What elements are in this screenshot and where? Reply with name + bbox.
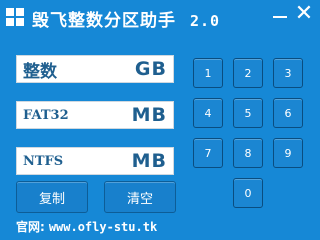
windows-logo-icon — [6, 8, 24, 26]
keypad-4-button[interactable]: 4 — [193, 98, 223, 128]
footer: 官网: www.ofly-stu.tk — [16, 218, 157, 235]
fat32-label: FAT32 — [23, 107, 69, 123]
gb-unit: GB — [134, 58, 167, 80]
app-version: 2.0 — [190, 12, 221, 30]
keypad-6-button[interactable]: 6 — [273, 98, 303, 128]
ntfs-mb-field[interactable]: NTFS MB — [16, 147, 174, 175]
fat32-mb-field[interactable]: FAT32 MB — [16, 101, 174, 129]
app-name: 毁飞整数分区助手 — [32, 11, 176, 31]
keypad-8-button[interactable]: 8 — [233, 138, 263, 168]
copy-button[interactable]: 复制 — [16, 181, 88, 213]
keypad-1-button[interactable]: 1 — [193, 58, 223, 88]
close-button[interactable]: ✕ — [292, 2, 316, 26]
keypad-5-button[interactable]: 5 — [233, 98, 263, 128]
fat32-mb-unit: MB — [131, 104, 167, 126]
window-title: 毁飞整数分区助手 2.0 — [32, 6, 220, 31]
keypad-3-button[interactable]: 3 — [273, 58, 303, 88]
ntfs-label: NTFS — [23, 153, 64, 169]
integer-gb-field[interactable]: 整数 GB — [16, 55, 174, 83]
keypad-0-button[interactable]: 0 — [233, 178, 263, 208]
minimize-button[interactable] — [268, 2, 292, 26]
clear-button[interactable]: 清空 — [104, 181, 176, 213]
website-label: 官网: — [16, 220, 45, 234]
minimize-icon — [273, 16, 287, 18]
website-link[interactable]: www.ofly-stu.tk — [49, 220, 157, 234]
integer-label: 整数 — [23, 61, 57, 82]
ntfs-mb-unit: MB — [131, 150, 167, 172]
keypad-9-button[interactable]: 9 — [273, 138, 303, 168]
keypad-7-button[interactable]: 7 — [193, 138, 223, 168]
close-icon: ✕ — [294, 1, 314, 26]
keypad-2-button[interactable]: 2 — [233, 58, 263, 88]
